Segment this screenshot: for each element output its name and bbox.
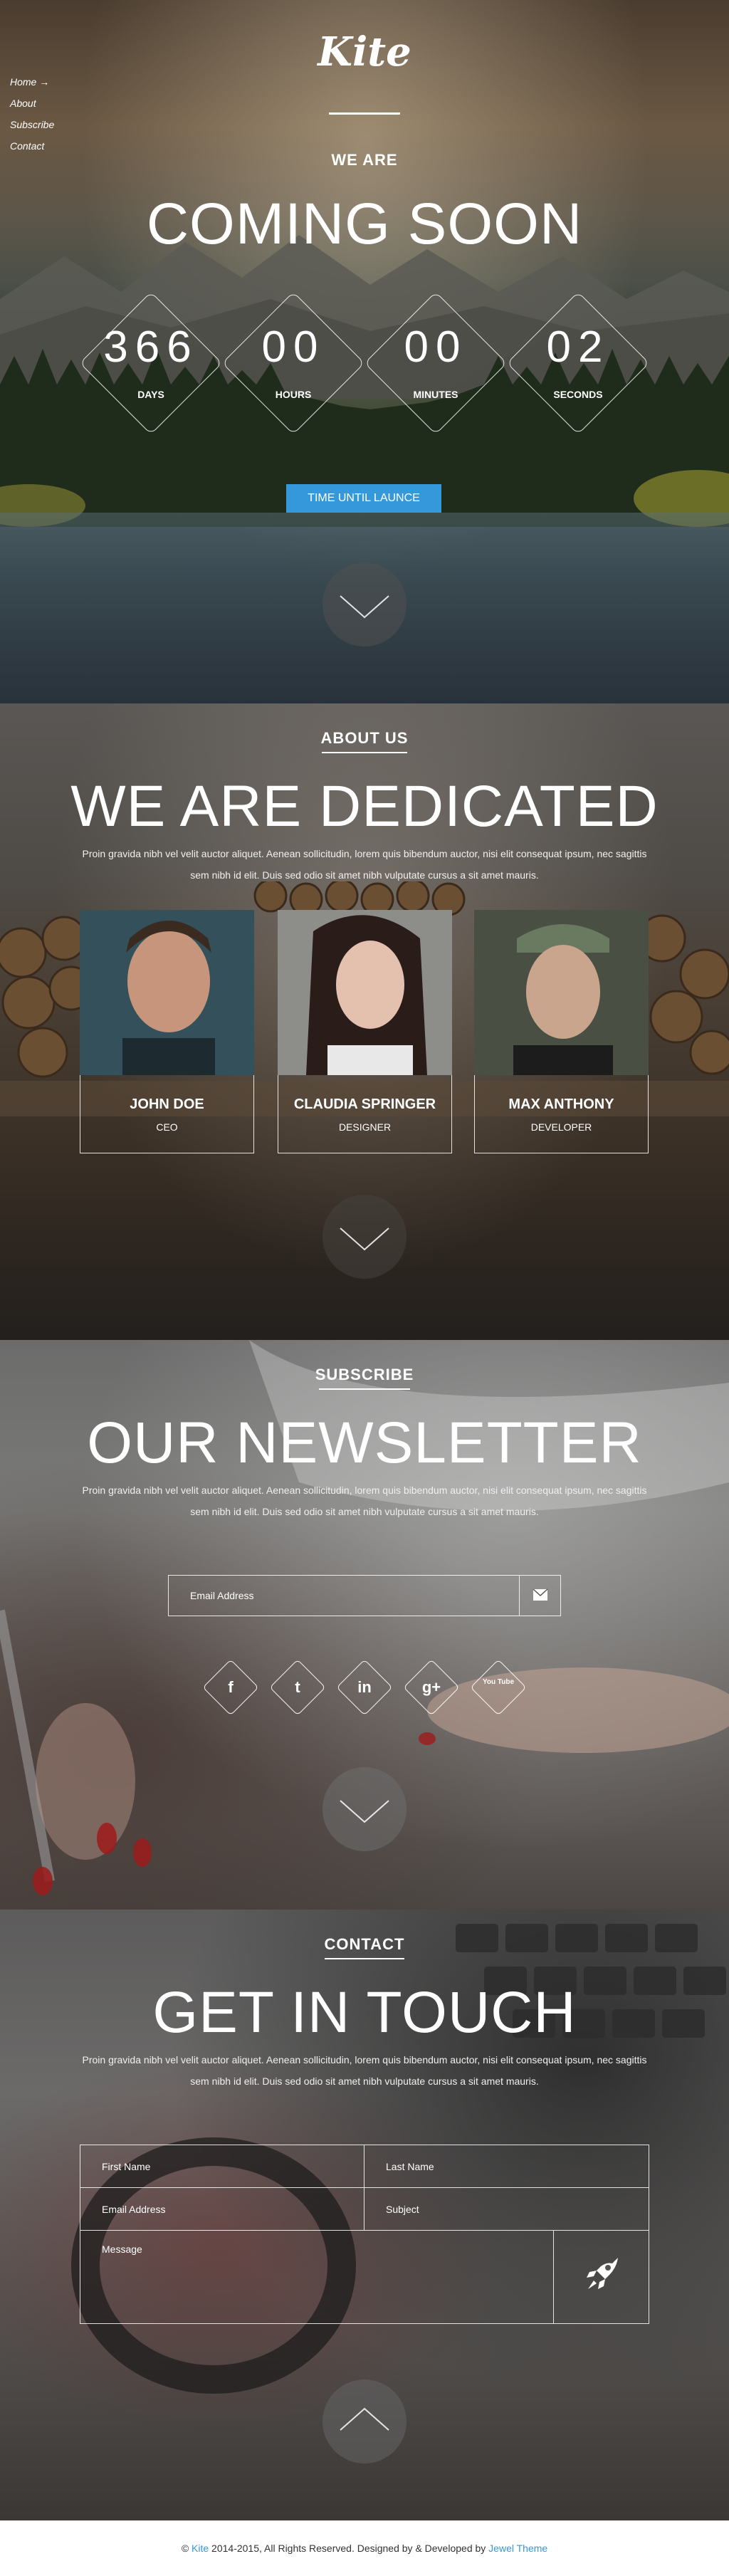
- twitter-icon[interactable]: t: [269, 1659, 326, 1716]
- newsletter-title: OUR NEWSLETTER: [87, 1410, 642, 1475]
- about-kicker-underline: [322, 752, 407, 753]
- youtube-icon[interactable]: You Tube: [470, 1659, 527, 1716]
- chevron-up-icon: [340, 2407, 389, 2431]
- subject-field[interactable]: [364, 2188, 649, 2230]
- chevron-down-icon: [340, 595, 389, 619]
- nav-item-subscribe[interactable]: Subscribe: [10, 114, 54, 135]
- scroll-down-button[interactable]: [322, 1195, 407, 1279]
- arrow-right-icon: →: [39, 76, 50, 88]
- countdown-seconds-value: 02: [546, 323, 610, 372]
- contact-kicker: CONTACT: [324, 1935, 405, 1953]
- team-member-name: MAX ANTHONY: [508, 1096, 614, 1112]
- countdown-minutes-value: 00: [404, 323, 468, 372]
- hero-title: COMING SOON: [146, 192, 583, 256]
- newsletter-section: SUBSCRIBE OUR NEWSLETTER Proin gravida n…: [0, 1340, 729, 1910]
- newsletter-kicker: SUBSCRIBE: [315, 1366, 414, 1383]
- last-name-field[interactable]: [364, 2145, 649, 2187]
- send-message-button[interactable]: [553, 2231, 649, 2323]
- team-member-card: CLAUDIA SPRINGER DESIGNER: [278, 910, 452, 1153]
- newsletter-kicker-underline: [319, 1388, 410, 1390]
- rocket-icon: [587, 2258, 618, 2289]
- team-member-role: CEO: [156, 1121, 178, 1133]
- scroll-up-button[interactable]: [322, 2379, 407, 2464]
- countdown-hours-label: HOURS: [275, 389, 312, 400]
- footer-text: 2014-2015, All Rights Reserved. Designed…: [209, 2543, 489, 2554]
- email-field[interactable]: [169, 1576, 518, 1616]
- countdown-minutes-label: MINUTES: [413, 389, 458, 400]
- nav-item-about[interactable]: About: [10, 93, 54, 114]
- team-member-role: DESIGNER: [338, 1121, 392, 1133]
- side-navigation: Home → About Subscribe Contact: [10, 71, 54, 157]
- contact-kicker-underline: [325, 1958, 404, 1959]
- linkedin-icon[interactable]: in: [336, 1659, 393, 1716]
- time-until-launch-button[interactable]: TIME UNTIL LAUNCE: [286, 484, 441, 513]
- scroll-down-button[interactable]: [322, 562, 407, 646]
- countdown-hours-value: 00: [261, 323, 325, 372]
- copyright-symbol: ©: [181, 2543, 192, 2554]
- nav-item-home[interactable]: Home →: [10, 71, 54, 93]
- about-kicker: ABOUT US: [320, 729, 409, 747]
- newsletter-description: Proin gravida nibh vel velit auctor aliq…: [82, 1485, 647, 1517]
- about-description: Proin gravida nibh vel velit auctor aliq…: [82, 848, 647, 881]
- envelope-icon: [533, 1588, 548, 1601]
- subscribe-form: [168, 1575, 561, 1616]
- footer: © Kite 2014-2015, All Rights Reserved. D…: [0, 2520, 729, 2576]
- contact-title: GET IN TOUCH: [152, 1980, 577, 2045]
- google-plus-icon[interactable]: g+: [403, 1659, 460, 1716]
- hero-kicker: WE ARE: [331, 151, 398, 169]
- team-member-role: DEVELOPER: [530, 1121, 592, 1133]
- message-field[interactable]: [80, 2231, 553, 2323]
- avatar: [278, 910, 452, 1075]
- team-member-name: CLAUDIA SPRINGER: [293, 1096, 436, 1112]
- team-member-card: MAX ANTHONY DEVELOPER: [474, 910, 649, 1153]
- countdown-days-value: 366: [103, 323, 199, 372]
- countdown-days-label: DAYS: [137, 389, 164, 400]
- countdown-seconds-label: SECONDS: [553, 389, 603, 400]
- footer-author-link[interactable]: Jewel Theme: [488, 2543, 547, 2554]
- first-name-field[interactable]: [80, 2145, 364, 2187]
- chevron-down-icon: [340, 1800, 389, 1823]
- hero-section: Kite Home → About Subscribe Contact WE A…: [0, 0, 729, 703]
- contact-section: CONTACT GET IN TOUCH Proin gravida nibh …: [0, 1910, 729, 2520]
- subscribe-button[interactable]: [519, 1576, 560, 1616]
- logo-divider: [329, 112, 400, 115]
- email-field[interactable]: [80, 2188, 364, 2230]
- avatar: [474, 910, 649, 1075]
- scroll-down-button[interactable]: [322, 1767, 407, 1851]
- contact-form: [80, 2145, 649, 2324]
- site-logo[interactable]: Kite: [0, 28, 729, 75]
- countdown: 366 00 00 02 DAYS HOURS MINUTES SECONDS: [0, 285, 729, 441]
- footer-brand-link[interactable]: Kite: [192, 2543, 209, 2554]
- chevron-down-icon: [340, 1227, 389, 1251]
- about-title: WE ARE DEDICATED: [70, 774, 659, 839]
- contact-description: Proin gravida nibh vel velit auctor aliq…: [82, 2054, 647, 2087]
- facebook-icon[interactable]: f: [202, 1659, 259, 1716]
- team-member-card: JOHN DOE CEO: [80, 910, 254, 1153]
- team-member-name: JOHN DOE: [130, 1096, 204, 1112]
- about-section: ABOUT US WE ARE DEDICATED Proin gravida …: [0, 703, 729, 1340]
- avatar: [80, 910, 254, 1075]
